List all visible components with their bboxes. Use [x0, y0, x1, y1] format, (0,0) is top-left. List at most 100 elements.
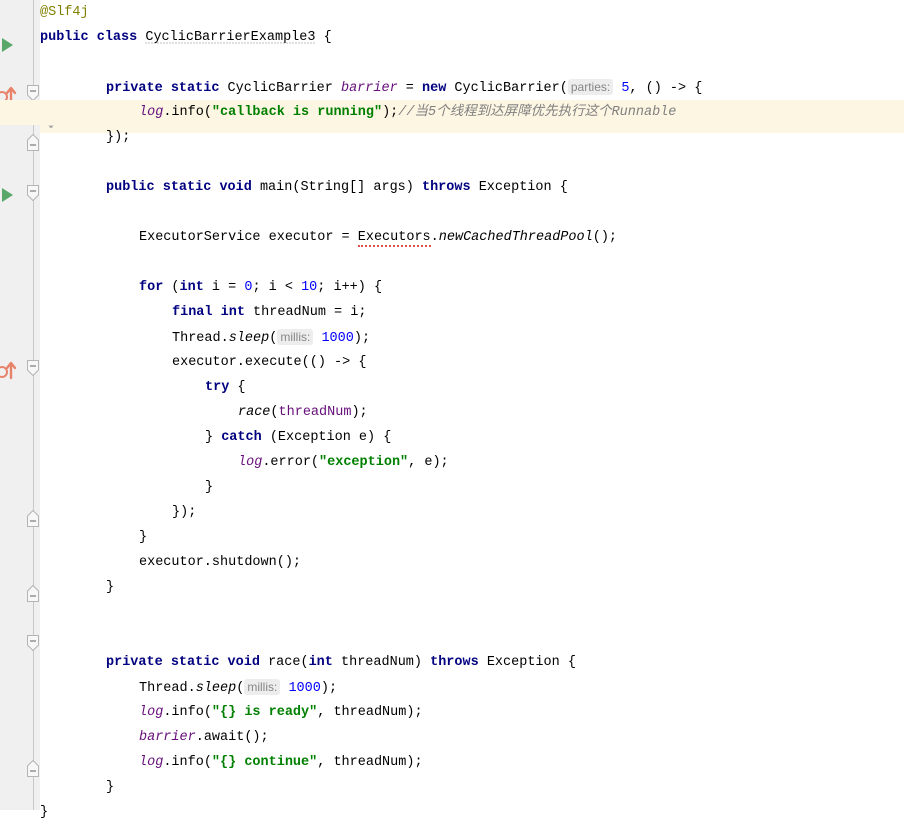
code-line[interactable]: });: [0, 500, 904, 525]
code-line[interactable]: log.info("{} is ready", threadNum);: [0, 700, 904, 725]
code-line[interactable]: barrier.await();: [0, 725, 904, 750]
code-token: .error(: [262, 455, 320, 470]
code-token: Exception {: [470, 180, 568, 195]
code-line[interactable]: }: [0, 525, 904, 550]
code-line[interactable]: private static void race(int threadNum) …: [0, 650, 904, 675]
code-editor[interactable]: @Slf4j public class CyclicBarrierExample3…: [0, 0, 904, 820]
code-line[interactable]: log.info("callback is running");//当5个线程到…: [0, 100, 904, 125]
code-line[interactable]: });: [0, 125, 904, 150]
code-text-area[interactable]: @Slf4j public class CyclicBarrierExample3…: [0, 0, 904, 820]
code-token: int: [179, 280, 204, 295]
code-token: threadNum: [278, 405, 352, 420]
code-line[interactable]: public static void main(String[] args) t…: [0, 175, 904, 200]
code-token: static: [170, 655, 220, 670]
code-token: parties:: [567, 79, 614, 95]
code-token: }: [205, 430, 222, 445]
code-token: throws: [430, 655, 479, 670]
code-token: Executors: [357, 230, 431, 247]
code-token: );: [320, 681, 338, 696]
code-token: log: [139, 705, 164, 720]
code-line[interactable]: [0, 50, 904, 75]
code-line[interactable]: }: [0, 475, 904, 500]
code-line[interactable]: @Slf4j: [0, 0, 904, 25]
code-line[interactable]: ExecutorService executor = Executors.new…: [0, 225, 904, 250]
code-token: class: [96, 30, 138, 45]
code-token: private: [106, 655, 163, 670]
code-token: sleep: [228, 331, 270, 346]
code-token: int: [308, 655, 333, 670]
code-token: (Exception e) {: [261, 430, 392, 445]
code-token: }: [139, 530, 148, 545]
code-token: "callback is running": [211, 105, 383, 120]
code-token: );: [351, 405, 368, 420]
code-token: new: [422, 81, 447, 96]
code-token: ; i++) {: [317, 280, 383, 295]
code-token: ; i <: [252, 280, 302, 295]
code-token: threadNum): [332, 655, 431, 670]
code-token: CyclicBarrier(: [454, 81, 568, 96]
code-line[interactable]: log.info("{} continue", threadNum);: [0, 750, 904, 775]
code-token: .info(: [163, 705, 212, 720]
code-line[interactable]: log.error("exception", e);: [0, 450, 904, 475]
code-token: public: [40, 30, 89, 45]
code-line[interactable]: try {: [0, 375, 904, 400]
code-token: log: [139, 755, 164, 770]
code-token: {: [229, 380, 246, 395]
code-line[interactable]: Thread.sleep(millis: 1000);: [0, 675, 904, 700]
code-line[interactable]: [0, 150, 904, 175]
code-line[interactable]: [0, 625, 904, 650]
code-token: 10: [301, 280, 318, 295]
code-line[interactable]: private static CyclicBarrier barrier = n…: [0, 75, 904, 100]
code-line[interactable]: }: [0, 800, 904, 825]
code-token: race(: [268, 655, 309, 670]
code-token: static: [162, 180, 212, 195]
code-line[interactable]: final int threadNum = i;: [0, 300, 904, 325]
code-line[interactable]: Thread.sleep(millis: 1000);: [0, 325, 904, 350]
code-token: 1000: [288, 681, 321, 696]
code-token: .: [430, 230, 439, 245]
code-token: log: [238, 455, 263, 470]
code-token: .info(: [163, 755, 212, 770]
code-line[interactable]: [0, 250, 904, 275]
code-token: barrier: [139, 730, 196, 745]
code-token: int: [220, 305, 245, 320]
code-line[interactable]: }: [0, 575, 904, 600]
code-token: barrier: [340, 81, 398, 96]
code-token: }: [106, 580, 115, 595]
code-token: for: [139, 280, 164, 295]
code-line[interactable]: }: [0, 775, 904, 800]
code-token: }: [205, 480, 214, 495]
code-token: sleep: [195, 681, 237, 696]
code-token: millis:: [244, 679, 281, 695]
code-token: );: [353, 331, 371, 346]
code-line[interactable]: } catch (Exception e) {: [0, 425, 904, 450]
code-line[interactable]: [0, 200, 904, 225]
code-line[interactable]: for (int i = 0; i < 10; i++) {: [0, 275, 904, 300]
code-token: (: [163, 280, 180, 295]
code-line[interactable]: executor.execute(() -> {: [0, 350, 904, 375]
code-token: Exception {: [478, 655, 576, 670]
code-token: CyclicBarrier: [227, 81, 341, 96]
code-line[interactable]: [0, 600, 904, 625]
code-token: static: [170, 81, 220, 96]
code-line[interactable]: executor.shutdown();: [0, 550, 904, 575]
code-token: , () -> {: [629, 81, 703, 96]
code-token: CyclicBarrierExample3: [145, 30, 316, 45]
code-token: executor.shutdown();: [139, 555, 302, 570]
code-line[interactable]: public class CyclicBarrierExample3 {: [0, 25, 904, 50]
code-token: "{} continue": [211, 755, 318, 770]
code-token: .info(: [163, 105, 212, 120]
code-token: @Slf4j: [40, 5, 89, 20]
code-token: millis:: [277, 329, 314, 345]
code-token: catch: [221, 430, 262, 445]
code-token: ();: [592, 230, 618, 245]
code-token: ExecutorService executor =: [139, 230, 358, 245]
code-line[interactable]: race(threadNum);: [0, 400, 904, 425]
